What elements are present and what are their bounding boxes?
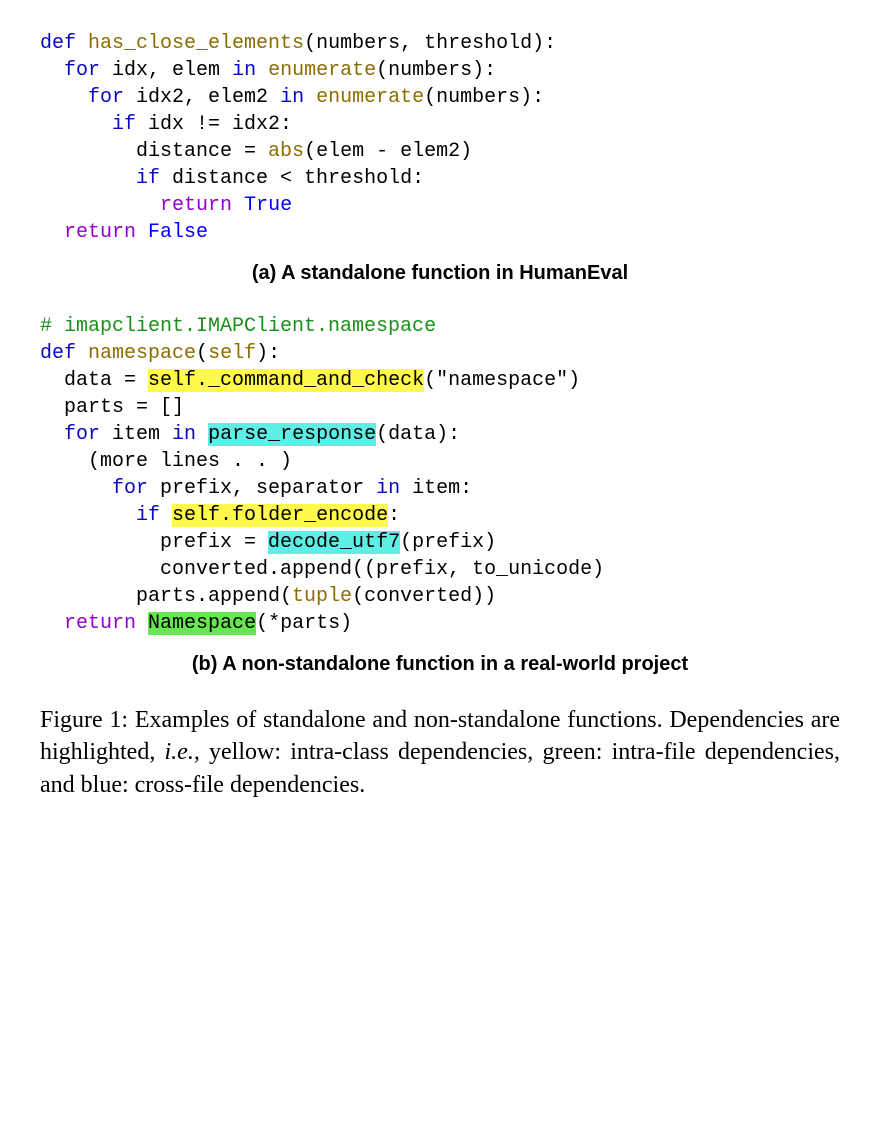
figure-caption: Figure 1: Examples of standalone and non… — [40, 704, 840, 801]
code-block-b: # imapclient.IMAPClient.namespace def na… — [40, 313, 840, 637]
figure-caption-ital: i.e., — [165, 739, 200, 765]
caption-a: (a) A standalone function in HumanEval — [40, 262, 840, 285]
code-block-a: def has_close_elements(numbers, threshol… — [40, 30, 840, 246]
caption-b: (b) A non-standalone function in a real-… — [40, 653, 840, 676]
